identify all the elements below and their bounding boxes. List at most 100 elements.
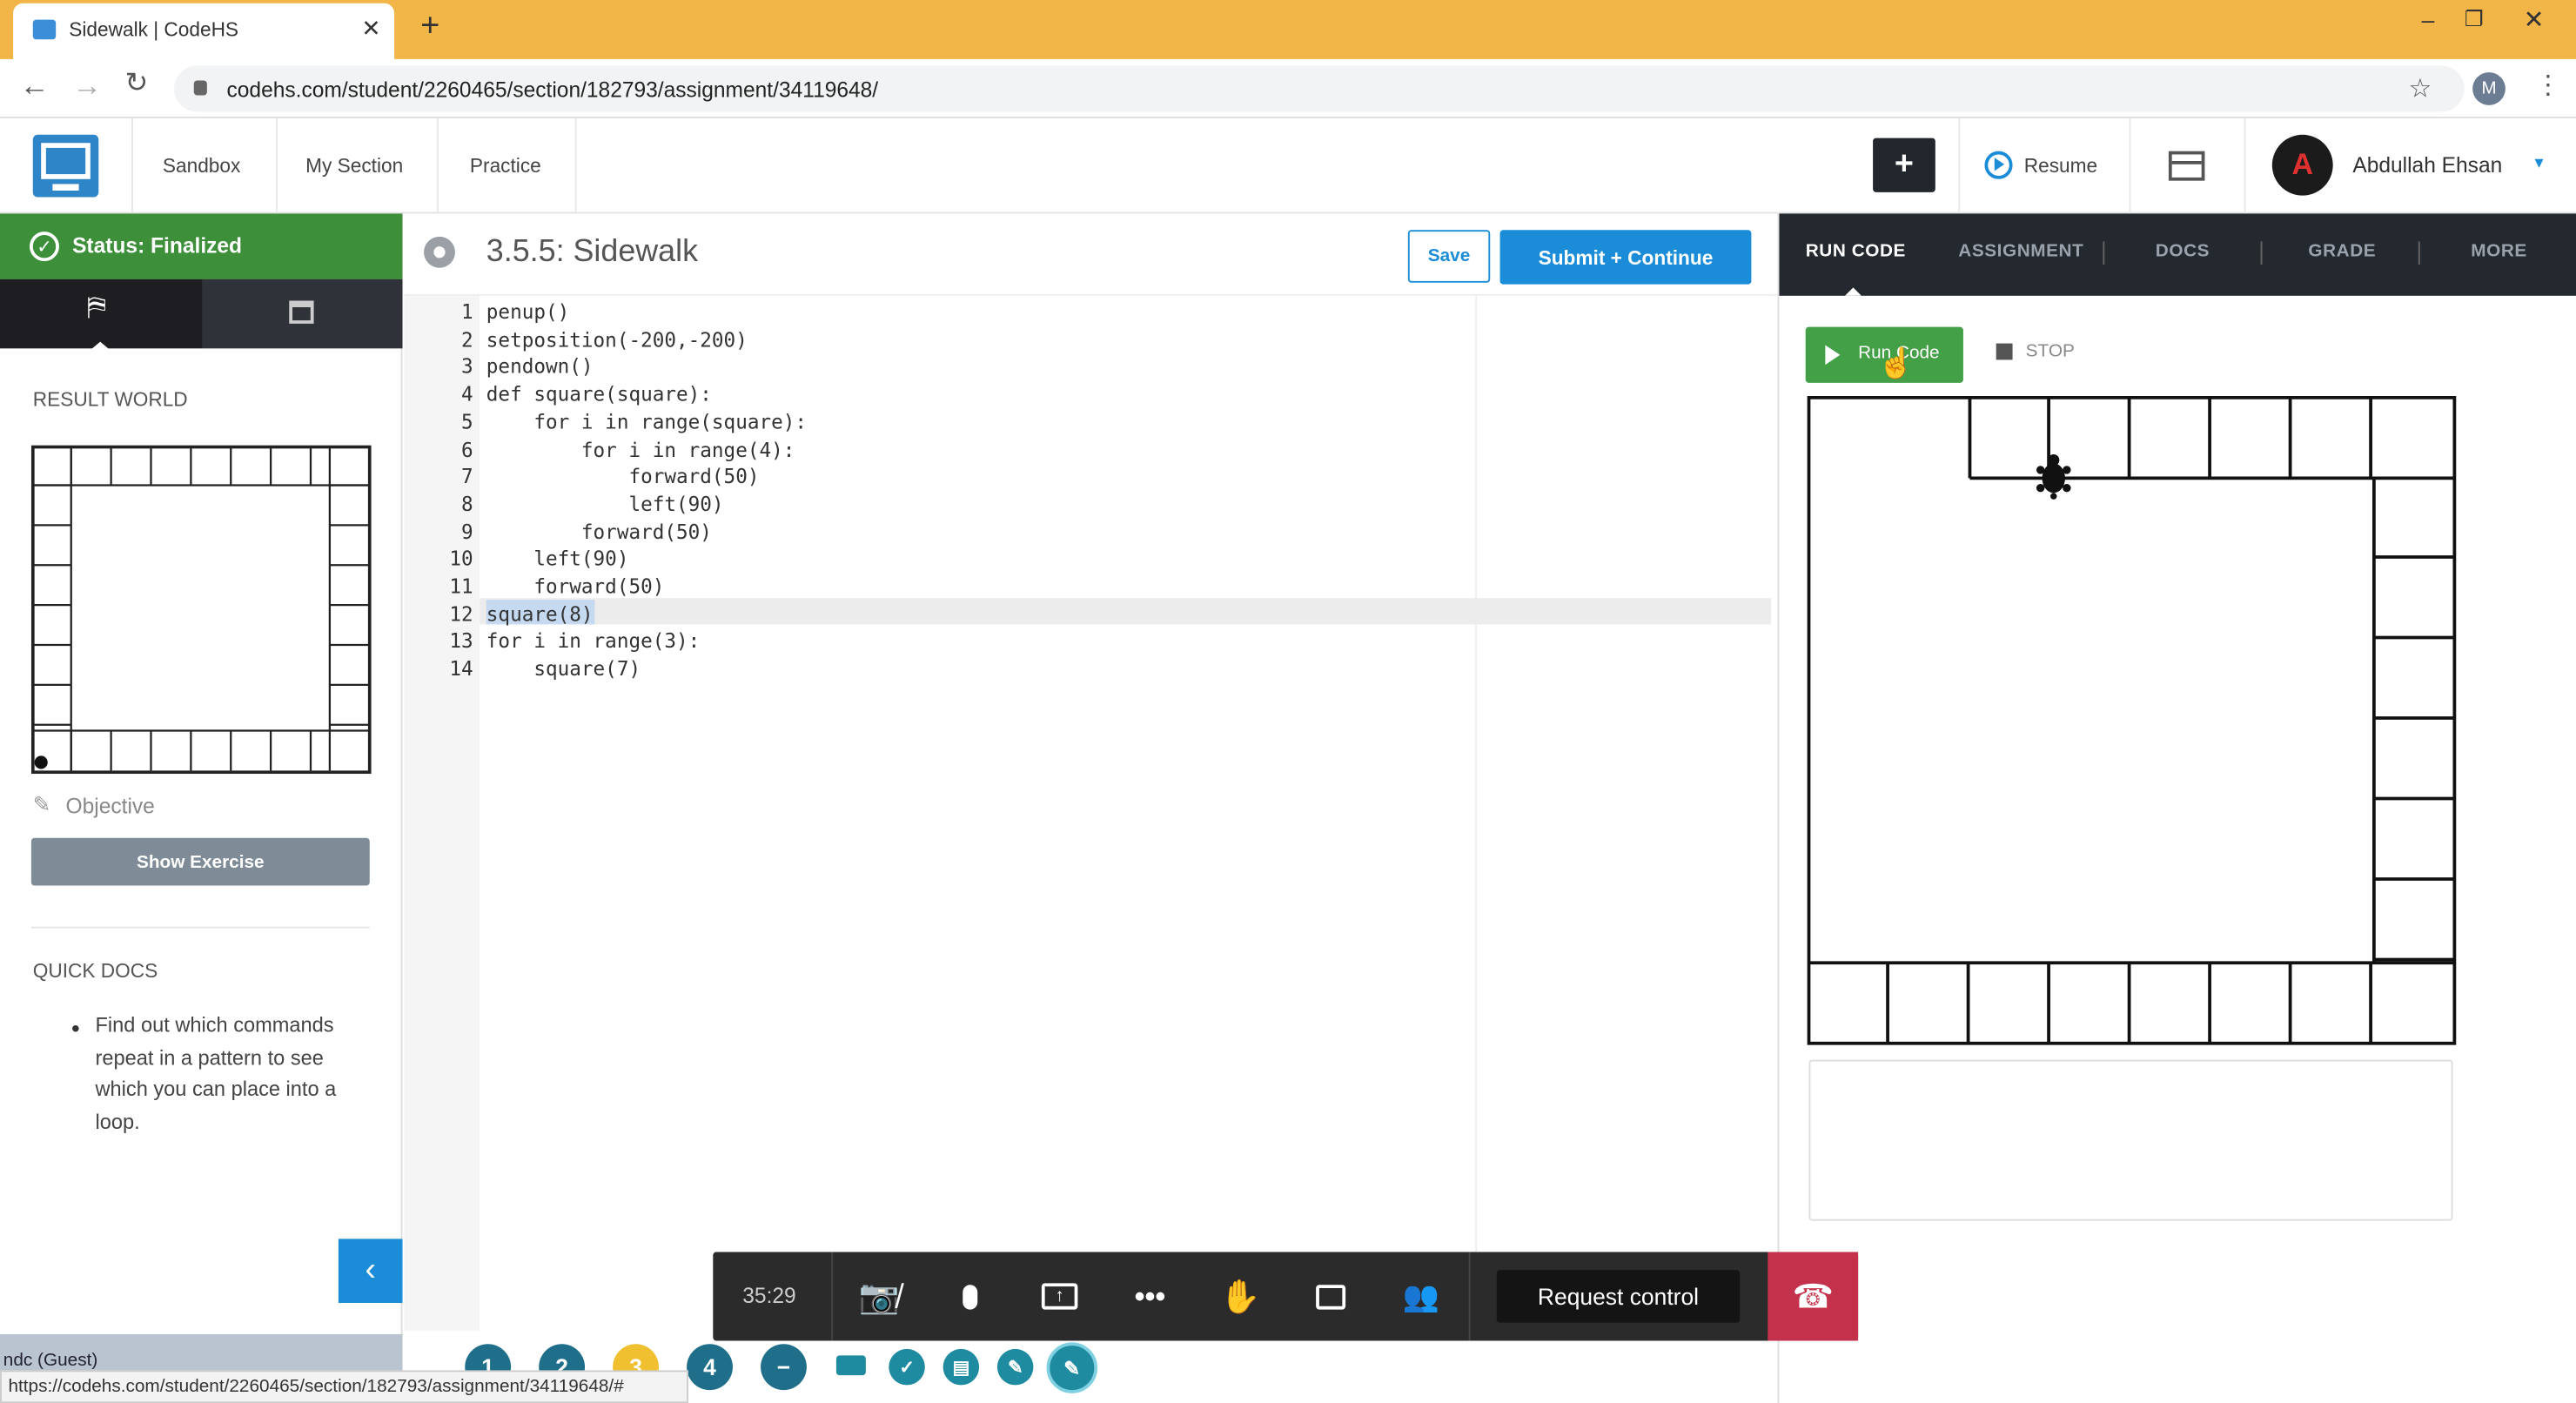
tab-assignment[interactable]: ASSIGNMENT [1958, 242, 2083, 262]
hang-up-button[interactable]: ☎ [1768, 1252, 1859, 1341]
line-number: 3 [461, 355, 473, 379]
codehs-favicon-icon [32, 19, 57, 40]
status-text: Status: Finalized [72, 233, 243, 258]
status-url-bar: https://codehs.com/student/2260465/secti… [0, 1370, 688, 1403]
save-button[interactable]: Save [1407, 230, 1491, 283]
codehs-logo[interactable] [32, 134, 99, 198]
forward-icon[interactable]: → [72, 69, 102, 104]
meeting-timer: 35:29 [742, 1283, 796, 1308]
draw-tool-icon[interactable]: ✎ [1046, 1342, 1098, 1393]
map-icon: ⛿ [87, 293, 106, 323]
tab-title: Sidewalk | CodeHS [69, 17, 239, 42]
microphone-icon[interactable] [925, 1252, 1014, 1341]
site-header: Sandbox My Section Practice + Resume A A… [0, 117, 2576, 214]
user-avatar[interactable]: A [2271, 134, 2333, 196]
calendar-icon [289, 300, 314, 324]
line-number-gutter: 1 2 3 4 5 6 7 8 9 10 11 12 13 14 [404, 295, 480, 1332]
collapse-panel-button[interactable]: ‹ [338, 1239, 403, 1304]
objective-label: Objective [65, 793, 155, 819]
browser-tab[interactable]: Sidewalk | CodeHS ✕ [13, 3, 395, 59]
stop-label: STOP [2025, 341, 2075, 362]
user-menu-chevron-down-icon[interactable]: ▼ [2532, 154, 2546, 171]
participants-icon[interactable]: 👥 [1377, 1252, 1466, 1341]
show-exercise-label: Show Exercise [137, 851, 265, 872]
pen-tool-icon[interactable]: ✎ [996, 1348, 1034, 1386]
more-options-icon[interactable]: ••• [1105, 1252, 1194, 1341]
tab-run-code[interactable]: RUN CODE [1806, 242, 1906, 262]
bookmark-star-icon[interactable]: ☆ [2409, 72, 2432, 105]
raise-hand-icon[interactable]: ✋ [1196, 1252, 1285, 1341]
minus-tool-icon[interactable]: − [761, 1344, 807, 1391]
tab-close-icon[interactable]: ✕ [361, 15, 380, 43]
code-line: for i in range(square): [486, 410, 808, 433]
plus-icon: + [1894, 146, 1914, 183]
nav-practice[interactable]: Practice [470, 154, 541, 177]
url-text: codehs.com/student/2260465/section/18279… [226, 77, 879, 103]
console-output [1808, 1059, 2453, 1221]
active-line-highlight [480, 598, 1772, 625]
layout-icon[interactable] [2168, 151, 2205, 181]
user-name[interactable]: Abdullah Ehsan [2352, 153, 2502, 178]
document-tool-icon[interactable]: ▤ [943, 1348, 980, 1386]
lock-icon [193, 80, 207, 96]
back-icon[interactable]: ← [20, 69, 50, 104]
save-label: Save [1427, 246, 1471, 266]
line-number: 7 [461, 465, 473, 489]
nav-my-section[interactable]: My Section [305, 154, 403, 177]
settings-gear-icon[interactable] [424, 236, 455, 268]
create-button[interactable]: + [1873, 138, 1935, 192]
request-control-label: Request control [1537, 1283, 1700, 1310]
browser-menu-icon[interactable]: ⋮ [2535, 69, 2561, 102]
tab-calendar[interactable] [202, 279, 403, 349]
line-number: 2 [461, 327, 473, 352]
line-number: 14 [449, 657, 473, 681]
line-number: 4 [461, 383, 473, 406]
line-number: 1 [461, 300, 473, 324]
meeting-toolbar: 35:29 📷̸ ↑ ••• ✋ 👥 Request control ☎ [713, 1252, 1859, 1341]
window-close-icon[interactable]: ✕ [2524, 5, 2545, 35]
code-line: left(90) [486, 493, 724, 516]
left-panel: ✓ Status: Finalized ⛿ RESULT WORLD ✎ Obj… [0, 213, 403, 1403]
show-exercise-button[interactable]: Show Exercise [30, 837, 370, 886]
restore-icon[interactable]: ❐ [2465, 7, 2484, 33]
profile-avatar[interactable]: M [2472, 72, 2506, 105]
new-tab-icon[interactable]: + [420, 8, 439, 45]
run-code-button[interactable]: Run Code ☝ [1805, 326, 1963, 383]
chat-icon[interactable] [1286, 1252, 1375, 1341]
submit-label: Submit + Continue [1538, 245, 1714, 269]
right-panel: RUN CODE ASSIGNMENT DOCS GRADE MORE Run … [1777, 213, 2576, 1403]
quick-docs-label: QUICK DOCS [32, 959, 158, 983]
mouse-cursor-icon: ☝ [1877, 346, 1915, 380]
resume-label: Resume [2023, 154, 2098, 178]
line-number: 11 [449, 574, 473, 599]
minimize-icon[interactable]: – [2422, 7, 2435, 33]
request-control-button[interactable]: Request control [1496, 1270, 1741, 1323]
quick-docs-bullet [72, 1024, 79, 1032]
line-number: 9 [461, 520, 473, 544]
pill-4[interactable]: 4 [687, 1344, 733, 1391]
tab-docs[interactable]: DOCS [2156, 242, 2210, 262]
nav-sandbox[interactable]: Sandbox [163, 154, 240, 177]
line-number: 5 [461, 410, 473, 433]
code-line: setposition(-200,-200) [486, 327, 748, 352]
bottom-strip: ndc (Guest) 1 2 3 4 − ✓ ▤ ✎ ✎ https://co… [0, 1333, 2576, 1403]
tab-map[interactable]: ⛿ [0, 279, 203, 351]
guest-label: ndc (Guest) [3, 1350, 98, 1371]
share-screen-icon[interactable]: ↑ [1016, 1252, 1104, 1341]
camera-off-icon[interactable]: 📷̸ [835, 1252, 923, 1341]
code-line: for i in range(4): [486, 438, 795, 461]
code-editor[interactable]: penup() setposition(-200,-200) pendown() de… [480, 295, 1772, 1332]
code-line: square(7) [486, 657, 641, 681]
video-tool-icon[interactable] [835, 1355, 866, 1376]
profile-initial: M [2481, 78, 2497, 99]
reload-icon[interactable]: ↻ [124, 67, 148, 100]
exercise-title: 3.5.5: Sidewalk [486, 234, 699, 270]
tab-grade[interactable]: GRADE [2308, 242, 2376, 262]
code-line: for i in range(3): [486, 629, 701, 654]
submit-continue-button[interactable]: Submit + Continue [1499, 230, 1752, 285]
play-circle-icon [1984, 151, 2013, 179]
tab-more[interactable]: MORE [2471, 242, 2527, 262]
chevron-left-icon: ‹ [365, 1252, 376, 1289]
check-tool-icon[interactable]: ✓ [889, 1348, 925, 1386]
url-field[interactable]: codehs.com/student/2260465/section/18279… [174, 65, 2465, 112]
